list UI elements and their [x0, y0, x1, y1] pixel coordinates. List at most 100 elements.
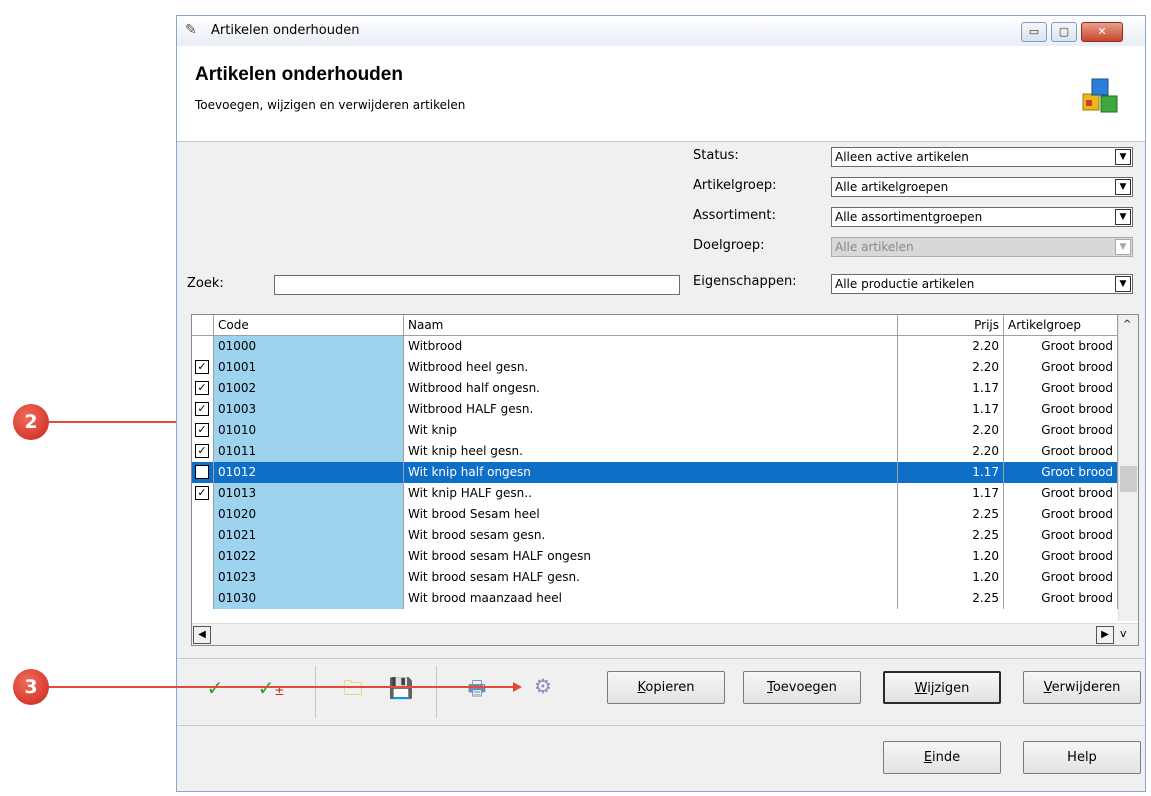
row-checkbox-cell[interactable] [192, 336, 214, 357]
naam-cell: Witbrood HALF gesn. [404, 399, 898, 420]
table-row[interactable]: 01022 Wit brood sesam HALF ongesn 1.20 Groo… [192, 546, 1118, 567]
maximize-button[interactable]: ▢ [1051, 22, 1077, 42]
column-header-prijs[interactable]: Prijs [898, 315, 1004, 336]
eigenschappen-select[interactable]: Alle productie artikelen ▼ [831, 274, 1133, 294]
checkbox-checked-icon[interactable]: ✓ [195, 465, 209, 479]
code-cell: 01002 [214, 378, 404, 399]
naam-cell: Witbrood [404, 336, 898, 357]
horizontal-scrollbar[interactable]: ◀ ▶ v [192, 623, 1138, 645]
prijs-cell: 1.17 [898, 462, 1004, 483]
toolbar-top-divider [177, 658, 1145, 659]
annotation-badge-3: 3 [13, 669, 49, 705]
row-checkbox-cell[interactable]: ✓ [192, 462, 214, 483]
row-checkbox-cell[interactable]: ✓ [192, 441, 214, 462]
table-row[interactable]: ✓ 01001 Witbrood heel gesn. 2.20 Groot brood [192, 357, 1118, 378]
artikelgroep-cell: Groot brood [1004, 420, 1118, 441]
checkbox-checked-icon[interactable]: ✓ [195, 486, 209, 500]
minimize-button[interactable]: ▭ [1021, 22, 1047, 42]
articles-table: Code Naam Prijs Artikelgroep 01000 Witbro… [191, 314, 1139, 646]
table-row[interactable]: ✓ 01010 Wit knip 2.20 Groot brood [192, 420, 1118, 441]
chevron-up-icon[interactable]: ^ [1123, 319, 1131, 330]
assortiment-select[interactable]: Alle assortimentgroepen ▼ [831, 207, 1133, 227]
help-button[interactable]: Help [1023, 741, 1141, 774]
chevron-down-icon[interactable]: ▼ [1115, 149, 1131, 165]
artikelgroep-select[interactable]: Alle artikelgroepen ▼ [831, 177, 1133, 197]
checkbox-checked-icon[interactable]: ✓ [195, 423, 209, 437]
table-row[interactable]: ✓ 01012 Wit knip half ongesn 1.17 Groot broo… [192, 462, 1118, 483]
row-checkbox-cell[interactable]: ✓ [192, 399, 214, 420]
row-checkbox-cell[interactable]: ✓ [192, 357, 214, 378]
prijs-cell: 2.20 [898, 441, 1004, 462]
assortiment-label: Assortiment: [693, 208, 776, 223]
prijs-cell: 2.20 [898, 420, 1004, 441]
column-header-check[interactable] [192, 315, 214, 336]
doelgroep-label: Doelgroep: [693, 238, 765, 253]
column-header-naam[interactable]: Naam [404, 315, 898, 336]
row-checkbox-cell[interactable]: ✓ [192, 378, 214, 399]
close-button[interactable]: ✕ [1081, 22, 1123, 42]
folder-icon[interactable]: 🗀 [339, 674, 367, 702]
scroll-left-icon[interactable]: ◀ [193, 626, 211, 644]
annotation-arrow-3 [49, 686, 515, 688]
table-row[interactable]: 01020 Wit brood Sesam heel 2.25 Groot brood [192, 504, 1118, 525]
table-row[interactable]: 01023 Wit brood sesam HALF gesn. 1.20 Groot… [192, 567, 1118, 588]
row-checkbox-cell[interactable] [192, 567, 214, 588]
artikelgroep-cell: Groot brood [1004, 357, 1118, 378]
row-checkbox-cell[interactable]: ✓ [192, 420, 214, 441]
table-row[interactable]: ✓ 01013 Wit knip HALF gesn.. 1.17 Groot broo… [192, 483, 1118, 504]
row-checkbox-cell[interactable]: ✓ [192, 483, 214, 504]
row-checkbox-cell[interactable] [192, 546, 214, 567]
check-all-icon[interactable]: ✓ [201, 674, 229, 702]
code-cell: 01013 [214, 483, 404, 504]
search-input[interactable] [274, 275, 680, 295]
einde-button[interactable]: Einde [883, 741, 1001, 774]
kopieren-button[interactable]: Kopieren [607, 671, 725, 704]
check-toggle-icon[interactable]: ✓± [257, 674, 285, 702]
chevron-down-icon[interactable]: v [1120, 627, 1127, 640]
save-icon[interactable]: 💾 [387, 674, 415, 702]
row-checkbox-cell[interactable] [192, 525, 214, 546]
prijs-cell: 2.25 [898, 588, 1004, 609]
status-select[interactable]: Alleen active artikelen ▼ [831, 147, 1133, 167]
naam-cell: Wit brood sesam HALF ongesn [404, 546, 898, 567]
window-title: Artikelen onderhouden [211, 23, 360, 38]
chevron-down-icon[interactable]: ▼ [1115, 276, 1131, 292]
table-row[interactable]: ✓ 01002 Witbrood half ongesn. 1.17 Groot bro… [192, 378, 1118, 399]
row-checkbox-cell[interactable] [192, 588, 214, 609]
page-title: Artikelen onderhouden [195, 64, 403, 85]
app-window: ✎ Artikelen onderhouden ▭ ▢ ✕ Artikelen … [176, 15, 1146, 792]
wijzigen-button[interactable]: Wijzigen [883, 671, 1001, 704]
checkbox-checked-icon[interactable]: ✓ [195, 360, 209, 374]
code-cell: 01000 [214, 336, 404, 357]
table-row[interactable]: 01000 Witbrood 2.20 Groot brood [192, 336, 1118, 357]
toolbar-separator [315, 666, 316, 718]
code-cell: 01001 [214, 357, 404, 378]
code-cell: 01023 [214, 567, 404, 588]
print-icon[interactable]: 🖶 [463, 674, 491, 702]
artikelgroep-cell: Groot brood [1004, 378, 1118, 399]
row-checkbox-cell[interactable] [192, 504, 214, 525]
table-row[interactable]: 01021 Wit brood sesam gesn. 2.25 Groot broo… [192, 525, 1118, 546]
naam-cell: Witbrood heel gesn. [404, 357, 898, 378]
prijs-cell: 2.25 [898, 525, 1004, 546]
verwijderen-button[interactable]: Verwijderen [1023, 671, 1141, 704]
table-row[interactable]: ✓ 01011 Wit knip heel gesn. 2.20 Groot brood [192, 441, 1118, 462]
chevron-down-icon[interactable]: ▼ [1115, 209, 1131, 225]
vertical-scroll-thumb[interactable] [1120, 466, 1137, 492]
column-header-code[interactable]: Code [214, 315, 404, 336]
checkbox-checked-icon[interactable]: ✓ [195, 444, 209, 458]
annotation-arrow-2 [49, 421, 179, 423]
scroll-right-icon[interactable]: ▶ [1096, 626, 1114, 644]
prijs-cell: 2.20 [898, 357, 1004, 378]
checkbox-checked-icon[interactable]: ✓ [195, 381, 209, 395]
table-row[interactable]: ✓ 01003 Witbrood HALF gesn. 1.17 Groot brood [192, 399, 1118, 420]
checkbox-checked-icon[interactable]: ✓ [195, 402, 209, 416]
chevron-down-icon[interactable]: ▼ [1115, 179, 1131, 195]
cubes-logo-icon [1082, 78, 1118, 113]
prijs-cell: 1.17 [898, 399, 1004, 420]
settings-icon[interactable]: ⚙ [529, 672, 557, 700]
table-row[interactable]: 01030 Wit brood maanzaad heel 2.25 Groot br… [192, 588, 1118, 609]
naam-cell: Wit knip heel gesn. [404, 441, 898, 462]
toevoegen-button[interactable]: Toevoegen [743, 671, 861, 704]
column-header-artikelgroep[interactable]: Artikelgroep [1004, 315, 1118, 336]
